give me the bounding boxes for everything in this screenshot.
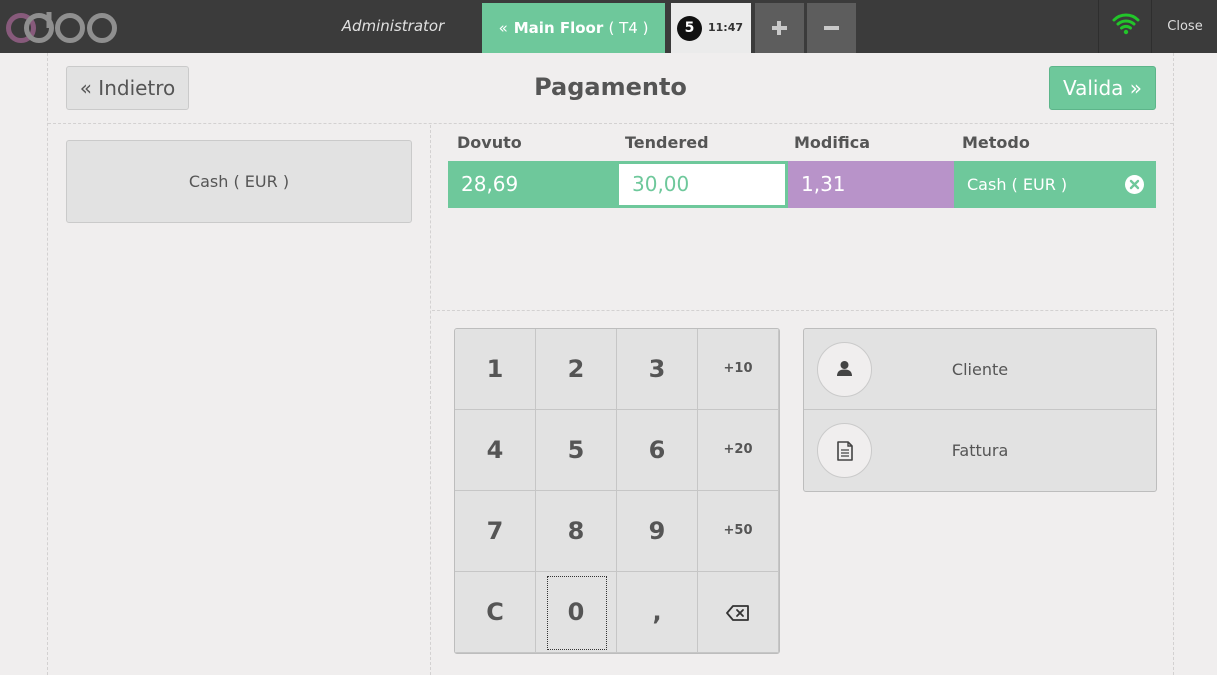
page-title: Pagamento [534, 73, 687, 101]
payment-screen: « Indietro Pagamento Valida » Cash ( EUR… [47, 53, 1174, 675]
table-name: ( T4 ) [608, 19, 649, 37]
column-header-method: Metodo [962, 133, 1030, 152]
numpad-key-8[interactable]: 8 [536, 491, 617, 572]
numpad-key-9[interactable]: 9 [617, 491, 698, 572]
odoo-logo: odoo [6, 12, 117, 43]
payment-method-cash[interactable]: Cash ( EUR ) [66, 140, 412, 223]
back-button[interactable]: « Indietro [66, 66, 189, 110]
column-header-change: Modifica [794, 133, 870, 152]
backspace-icon: ⌫ [726, 605, 749, 621]
numpad-key-1[interactable]: 1 [455, 329, 536, 410]
payment-methods-pane: Cash ( EUR ) [48, 125, 431, 675]
due-amount: 28,69 [448, 161, 616, 208]
validate-button[interactable]: Valida » [1049, 66, 1156, 110]
numpad-key-2[interactable]: 2 [536, 329, 617, 410]
invoice-icon [837, 441, 853, 461]
payment-details-pane: Dovuto Tendered Modifica Metodo 28,69 30… [432, 125, 1173, 675]
numpad-key-plus50[interactable]: +50 [698, 491, 779, 572]
floor-button[interactable]: « Main Floor ( T4 ) [482, 3, 665, 53]
tendered-input[interactable]: 30,00 [616, 161, 788, 208]
wifi-icon [1112, 13, 1140, 35]
invoice-button[interactable]: Fattura [804, 410, 1156, 491]
new-order-button[interactable] [755, 3, 804, 53]
double-chevron-left-icon: « [498, 19, 508, 37]
numpad: 1 2 3 +10 4 5 6 +20 7 8 9 +50 C 0 , ⌫ [454, 328, 780, 654]
numpad-key-plus20[interactable]: +20 [698, 410, 779, 491]
order-tab[interactable]: 5 11:47 [671, 3, 751, 53]
column-header-tendered: Tendered [625, 133, 709, 152]
order-number-badge: 5 [677, 16, 702, 41]
numpad-key-backspace[interactable]: ⌫ [698, 572, 779, 653]
numpad-key-4[interactable]: 4 [455, 410, 536, 491]
numpad-key-0[interactable]: 0 [536, 572, 617, 653]
customer-button[interactable]: Cliente [804, 329, 1156, 410]
invoice-icon-container [817, 423, 872, 478]
connection-status[interactable] [1098, 0, 1152, 53]
numpad-key-comma[interactable]: , [617, 572, 698, 653]
avatar [817, 342, 872, 397]
numpad-key-5[interactable]: 5 [536, 410, 617, 491]
numpad-key-3[interactable]: 3 [617, 329, 698, 410]
user-icon [837, 361, 852, 376]
numpad-key-plus10[interactable]: +10 [698, 329, 779, 410]
floor-name: Main Floor [513, 19, 604, 37]
invoice-label: Fattura [951, 441, 1009, 460]
numpad-key-7[interactable]: 7 [455, 491, 536, 572]
customer-label: Cliente [951, 360, 1009, 379]
numpad-key-6[interactable]: 6 [617, 410, 698, 491]
numpad-key-clear[interactable]: C [455, 572, 536, 653]
order-time: 11:47 [708, 21, 744, 34]
payment-header: « Indietro Pagamento Valida » [48, 53, 1173, 124]
method-label: Cash ( EUR ) [967, 175, 1068, 194]
close-button[interactable]: Close [1153, 0, 1217, 53]
payment-lines: Dovuto Tendered Modifica Metodo 28,69 30… [432, 125, 1173, 311]
payment-actions: Cliente Fattura [803, 328, 1157, 492]
payment-line[interactable]: 28,69 30,00 1,31 Cash ( EUR ) [448, 161, 1156, 208]
delete-order-button[interactable] [807, 3, 856, 53]
top-bar: odoo Administrator « Main Floor ( T4 ) 5 … [0, 0, 1217, 53]
username: Administrator [341, 17, 445, 35]
remove-line-button[interactable] [1125, 175, 1144, 194]
column-header-due: Dovuto [457, 133, 522, 152]
payment-method-cell: Cash ( EUR ) [954, 161, 1156, 208]
close-circle-icon [1129, 179, 1140, 190]
change-amount: 1,31 [788, 161, 954, 208]
